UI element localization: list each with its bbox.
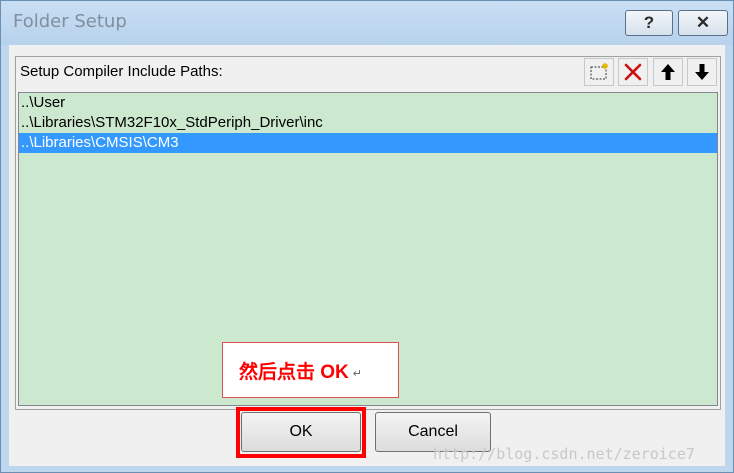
annotation-text: 然后点击 OK xyxy=(239,361,349,383)
move-up-icon xyxy=(661,64,675,80)
title-bar: Folder Setup ? ✕ xyxy=(1,1,733,45)
delete-icon xyxy=(624,63,642,81)
new-folder-button[interactable] xyxy=(584,58,614,86)
help-icon: ? xyxy=(643,13,655,32)
dialog-body: Setup Compiler Include Paths: ..\User ..… xyxy=(9,45,725,466)
annotation-callout: 然后点击 OK ↵ xyxy=(222,342,399,398)
watermark: http://blog.csdn.net/zeroice7 xyxy=(433,445,695,463)
help-button[interactable]: ? xyxy=(625,10,673,36)
new-folder-icon xyxy=(590,63,608,80)
close-icon: ✕ xyxy=(695,13,711,32)
move-down-button[interactable] xyxy=(687,58,717,86)
folder-setup-dialog: Folder Setup ? ✕ Setup Compiler Include … xyxy=(0,0,734,473)
list-item[interactable]: ..\User xyxy=(19,93,717,113)
move-down-icon xyxy=(695,64,709,80)
move-up-button[interactable] xyxy=(653,58,683,86)
close-button[interactable]: ✕ xyxy=(678,10,728,36)
ok-button[interactable]: OK xyxy=(241,412,361,452)
window-title: Folder Setup xyxy=(13,11,127,32)
list-item[interactable]: ..\Libraries\STM32F10x_StdPeriph_Driver\… xyxy=(19,113,717,133)
include-paths-label: Setup Compiler Include Paths: xyxy=(20,63,223,80)
list-item-selected[interactable]: ..\Libraries\CMSIS\CM3 xyxy=(19,133,717,153)
return-mark-icon: ↵ xyxy=(352,367,362,380)
delete-button[interactable] xyxy=(618,58,648,86)
